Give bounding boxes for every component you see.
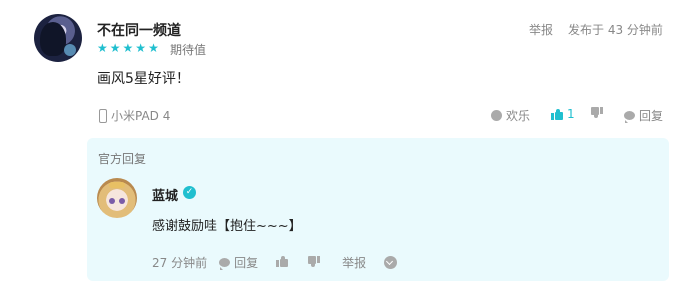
star-icon: ★ (148, 41, 159, 55)
thumbs-up-icon (551, 108, 563, 120)
thumbs-down-icon (308, 255, 321, 267)
reply-button[interactable]: 回复 (624, 107, 663, 124)
reply-label: 回复 (234, 256, 259, 270)
device-name: 小米PAD 4 (111, 109, 171, 123)
comment-icon (624, 111, 635, 123)
thumbs-down-icon (591, 107, 603, 118)
avatar-image-part (119, 198, 125, 204)
rating-stars: ★ ★ ★ ★ ★ (97, 42, 159, 54)
review-text: 画风5星好评！ (97, 71, 190, 87)
reply-to-reply-button[interactable]: 回复 (219, 254, 258, 271)
verified-icon: ✓ (183, 186, 196, 199)
smile-icon (491, 110, 502, 121)
star-icon: ★ (135, 41, 147, 55)
developer-avatar[interactable] (97, 178, 137, 218)
post-timestamp: 发布于 43 分钟前 (568, 23, 663, 37)
avatar-image-part (109, 182, 125, 188)
star-icon: ★ (109, 41, 121, 55)
reply-like-button[interactable] (276, 255, 289, 270)
avatar-image-part (40, 22, 66, 56)
official-reply-title: 官方回复 (98, 152, 147, 166)
user-avatar[interactable] (34, 14, 82, 62)
comment-icon (219, 258, 231, 270)
report-button[interactable]: 举报 (529, 21, 553, 38)
reply-dislike-button[interactable] (308, 255, 321, 270)
fun-button[interactable]: 欢乐 (491, 107, 530, 124)
device-info: 小米PAD 4 (99, 107, 170, 124)
reply-label: 回复 (639, 109, 664, 123)
review-username[interactable]: 不在同一频道 (97, 20, 181, 40)
developer-name[interactable]: 蓝城 (152, 185, 178, 204)
like-count: 1 (567, 107, 575, 121)
official-reply-meta: 27 分钟前 回复 举报 (152, 254, 398, 271)
chevron-down-icon[interactable] (384, 256, 398, 269)
avatar-image-part (109, 198, 115, 204)
dislike-button[interactable] (591, 107, 603, 118)
reply-report-button[interactable]: 举报 (342, 254, 366, 271)
tablet-icon (99, 108, 107, 123)
rating-label: 期待值 (170, 43, 207, 57)
official-reply-text: 感谢鼓励哇【抱住~~~】 (152, 219, 302, 234)
avatar-image-part (64, 44, 76, 56)
thumbs-up-icon (276, 255, 289, 267)
star-icon: ★ (122, 41, 134, 55)
reply-timestamp: 27 分钟前 (152, 256, 208, 270)
star-icon: ★ (97, 41, 108, 55)
fun-label: 欢乐 (506, 109, 531, 123)
like-button[interactable]: 1 (551, 107, 575, 121)
